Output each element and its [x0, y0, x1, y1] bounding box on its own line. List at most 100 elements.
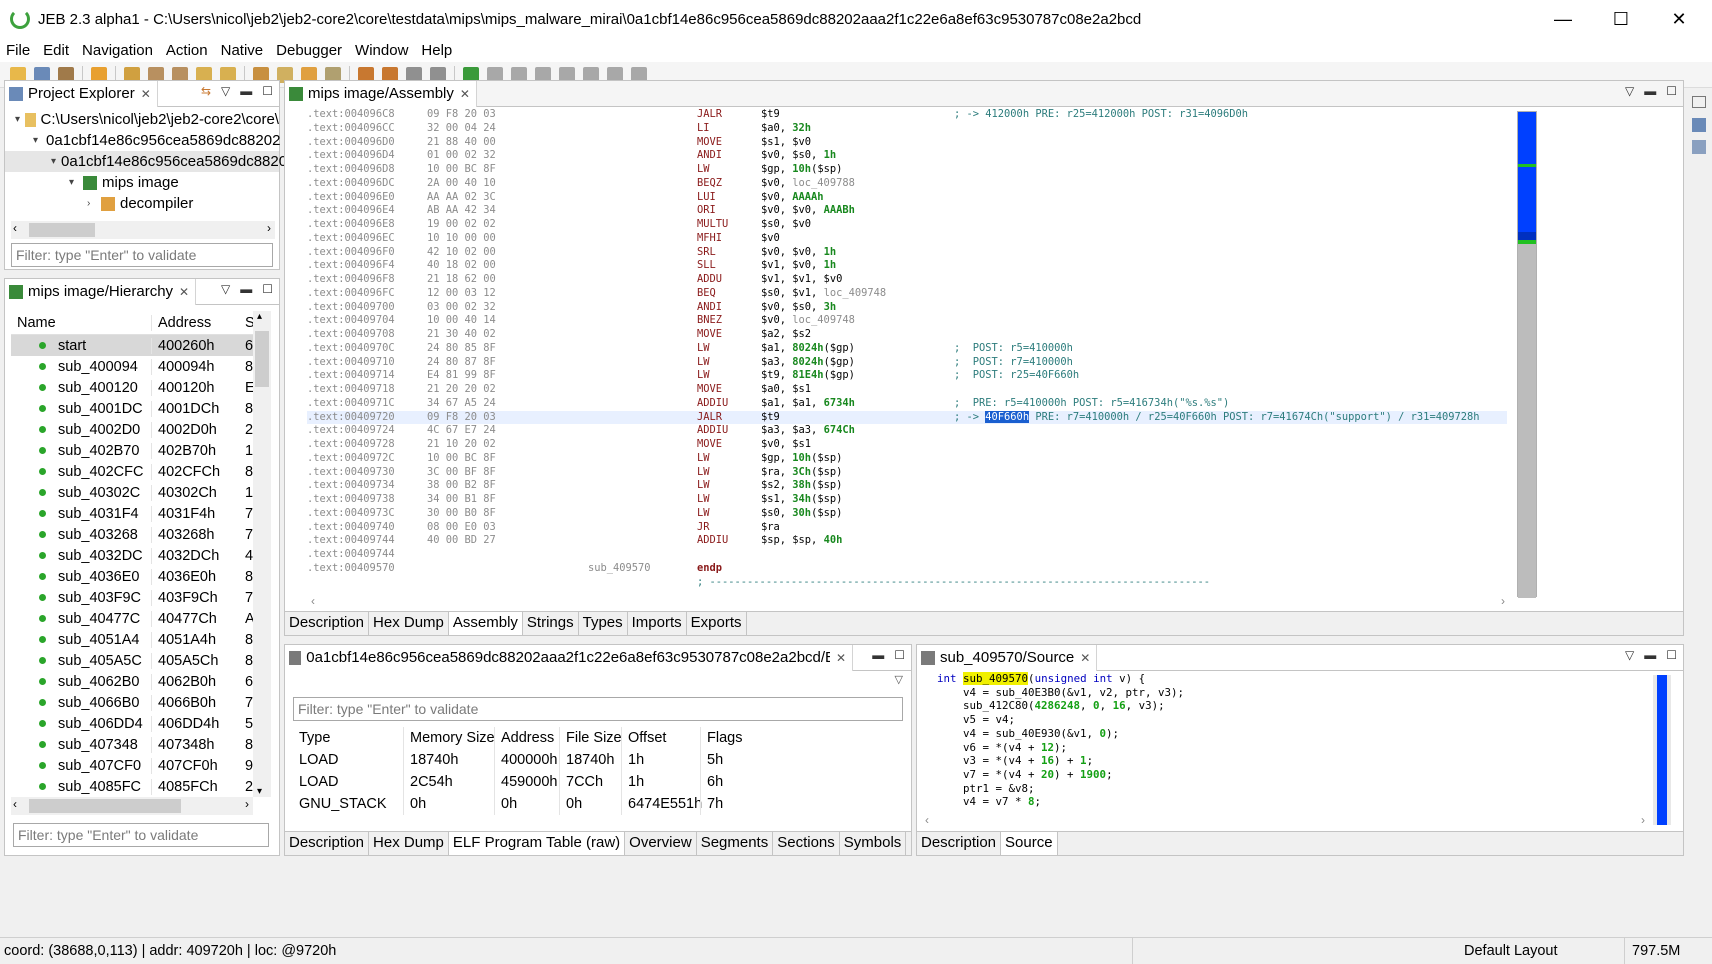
- view-menu-icon[interactable]: ▽: [895, 673, 903, 686]
- scroll-down-icon[interactable]: ▾: [257, 786, 262, 797]
- status-memory[interactable]: 797.5M: [1632, 943, 1680, 959]
- minimize-panel-icon[interactable]: ▬: [872, 648, 884, 662]
- hierarchy-row[interactable]: sub_405A5C 405A5Ch 8: [11, 650, 265, 671]
- hierarchy-tab[interactable]: mips image/Hierarchy ✕: [5, 278, 197, 305]
- asm-loc-ref[interactable]: loc_409748: [792, 314, 855, 326]
- scroll-left-icon[interactable]: ‹: [13, 797, 17, 811]
- minimize-button[interactable]: —: [1534, 0, 1592, 38]
- assembly-line[interactable]: .text:00409714 E4 81 99 8F LW $t9, 81E4h($g…: [307, 369, 1507, 383]
- assembly-line[interactable]: .text:004096CC 32 00 04 24 LI $a0, 32h: [307, 122, 1507, 136]
- scroll-up-icon[interactable]: ▴: [257, 311, 262, 322]
- scroll-left-icon[interactable]: ‹: [13, 221, 17, 235]
- maximize-panel-icon[interactable]: ☐: [262, 282, 273, 296]
- vscroll-thumb[interactable]: [255, 331, 269, 387]
- minimize-panel-icon[interactable]: ▬: [1644, 84, 1656, 98]
- tab-overview[interactable]: Overview: [625, 832, 697, 855]
- hierarchy-row[interactable]: sub_403F9C 403F9Ch 7: [11, 587, 265, 608]
- tab-segments[interactable]: Segments: [696, 832, 774, 855]
- minimize-panel-icon[interactable]: ▬: [240, 84, 252, 98]
- scroll-left-icon[interactable]: ‹: [311, 594, 315, 608]
- hscroll-thumb[interactable]: [29, 799, 181, 813]
- menu-window[interactable]: Window: [355, 42, 408, 59]
- tab-source[interactable]: Source: [1001, 832, 1058, 855]
- tab-description[interactable]: Description: [285, 832, 370, 855]
- tab-hex-dump[interactable]: Hex Dump: [369, 832, 449, 855]
- elf-filter-input[interactable]: Filter: type "Enter" to validate: [293, 697, 903, 721]
- source-tab[interactable]: sub_409570/Source ✕: [917, 644, 1098, 671]
- assembly-line[interactable]: .text:00409708 21 30 40 02 MOVE $a2, $s2: [307, 328, 1507, 342]
- elf-row[interactable]: LOAD 18740h 400000h 18740h 1h 5h: [293, 749, 903, 771]
- notes-icon[interactable]: [1692, 140, 1706, 154]
- hierarchy-row[interactable]: sub_4032DC 4032DCh 4: [11, 545, 265, 566]
- tab-strings[interactable]: Strings: [522, 612, 579, 635]
- hierarchy-row[interactable]: sub_4085FC 4085FCh 2: [11, 776, 265, 797]
- hierarchy-row[interactable]: sub_40302C 40302Ch 1: [11, 482, 265, 503]
- hierarchy-row[interactable]: sub_402CFC 402CFCh 8: [11, 461, 265, 482]
- tab-exports[interactable]: Exports: [686, 612, 747, 635]
- link-editor-icon[interactable]: ⇆: [201, 84, 211, 98]
- hierarchy-row[interactable]: sub_4062B0 4062B0h 6: [11, 671, 265, 692]
- view-menu-icon[interactable]: ▽: [221, 282, 230, 296]
- tab-imports[interactable]: Imports: [627, 612, 687, 635]
- maximize-panel-icon[interactable]: ☐: [1666, 84, 1677, 98]
- assembly-line[interactable]: .text:00409734 38 00 B2 8F LW $s2, 38h($sp): [307, 479, 1507, 493]
- scroll-right-icon[interactable]: ›: [1641, 813, 1645, 827]
- console-icon[interactable]: [1692, 118, 1706, 132]
- assembly-overview-bar[interactable]: [1517, 111, 1537, 598]
- assembly-line[interactable]: .text:004096EC 10 10 00 00 MFHI $v0: [307, 232, 1507, 246]
- minimize-panel-icon[interactable]: ▬: [1644, 648, 1656, 662]
- column-name[interactable]: Name: [11, 315, 151, 331]
- elf-column-header[interactable]: Address: [494, 727, 559, 749]
- tab-elf-program-table-raw[interactable]: ELF Program Table (raw): [448, 832, 626, 855]
- scroll-right-icon[interactable]: ›: [1501, 594, 1505, 608]
- tab-hex-dump[interactable]: Hex Dump: [369, 612, 449, 635]
- hierarchy-row[interactable]: sub_4001DC 4001DCh 8: [11, 398, 265, 419]
- hierarchy-row[interactable]: sub_40477C 40477Ch A: [11, 608, 265, 629]
- tab-description[interactable]: Description: [285, 612, 370, 635]
- maximize-panel-icon[interactable]: ☐: [894, 648, 905, 662]
- assembly-line[interactable]: .text:00409700 03 00 02 32 ANDI $v0, $s0, 3…: [307, 301, 1507, 315]
- elf-column-header[interactable]: Memory Size: [403, 727, 495, 749]
- assembly-line[interactable]: .text:004096E0 AA AA 02 3C LUI $v0, AAAAh: [307, 191, 1507, 205]
- assembly-line[interactable]: .text:00409724 4C 67 E7 24 ADDIU $a3, $a3, …: [307, 424, 1507, 438]
- assembly-line[interactable]: .text:0040970C 24 80 85 8F LW $a1, 8024h($g…: [307, 342, 1507, 356]
- asm-highlighted-address[interactable]: 40F660h: [985, 410, 1030, 423]
- menu-edit[interactable]: Edit: [43, 42, 69, 59]
- assembly-line[interactable]: .text:00409740 08 00 E0 03 JR $ra: [307, 521, 1507, 535]
- tab-assembly[interactable]: Assembly: [448, 612, 523, 635]
- assembly-line[interactable]: .text:004096D4 01 00 02 32 ANDI $v0, $s0, 1…: [307, 149, 1507, 163]
- tree-node-folder[interactable]: ▾ C:\Users\nicol\jeb2\jeb2-core2\core\: [5, 109, 279, 130]
- maximize-panel-icon[interactable]: ☐: [262, 84, 273, 98]
- view-menu-icon[interactable]: ▽: [1625, 84, 1634, 98]
- menu-native[interactable]: Native: [221, 42, 264, 59]
- assembly-code-view[interactable]: .text:004096C8 09 F8 20 03 JALR $t9 ; -> 412…: [307, 108, 1507, 588]
- close-button[interactable]: ✕: [1650, 0, 1708, 38]
- hierarchy-row[interactable]: start 400260h 6: [11, 335, 265, 356]
- scroll-right-icon[interactable]: ›: [267, 221, 271, 235]
- elf-column-header[interactable]: Flags: [700, 727, 760, 749]
- assembly-line[interactable]: .text:004096F4 40 18 02 00 SLL $v1, $v0, 1h: [307, 259, 1507, 273]
- assembly-line[interactable]: .text:004096F0 42 10 02 00 SRL $v0, $v0, 1h: [307, 246, 1507, 260]
- hierarchy-hscrollbar[interactable]: ‹ ›: [11, 797, 253, 815]
- hierarchy-filter-input[interactable]: Filter: type "Enter" to validate: [13, 823, 269, 847]
- assembly-line[interactable]: ; --------------------------------------…: [307, 576, 1507, 590]
- elf-program-table-tab[interactable]: 0a1cbf14e86c956cea5869dc88202aaa2f1c22e6…: [285, 644, 853, 671]
- menu-file[interactable]: File: [6, 42, 30, 59]
- view-menu-icon[interactable]: ▽: [221, 84, 230, 98]
- assembly-line[interactable]: .text:0040973C 30 00 B0 8F LW $s0, 30h($sp): [307, 507, 1507, 521]
- hierarchy-row[interactable]: sub_407348 407348h 8: [11, 734, 265, 755]
- menu-navigation[interactable]: Navigation: [82, 42, 153, 59]
- tab-sections[interactable]: Sections: [773, 832, 840, 855]
- assembly-line[interactable]: .text:004096D0 21 88 40 00 MOVE $s1, $v0: [307, 136, 1507, 150]
- tab-symbols[interactable]: Symbols: [839, 832, 907, 855]
- view-menu-icon[interactable]: ▽: [1625, 648, 1634, 662]
- hierarchy-row[interactable]: sub_400120 400120h E: [11, 377, 265, 398]
- assembly-line[interactable]: .text:004096E8 19 00 02 02 MULTU $s0, $v0: [307, 218, 1507, 232]
- hierarchy-row[interactable]: sub_402B70 402B70h 1: [11, 440, 265, 461]
- elf-column-header[interactable]: Type: [293, 727, 403, 749]
- assembly-line[interactable]: .text:004096E4 AB AA 42 34 ORI $v0, $v0, AA…: [307, 204, 1507, 218]
- close-tab-icon[interactable]: ✕: [460, 87, 470, 101]
- assembly-line[interactable]: .text:00409718 21 20 20 02 MOVE $a0, $s1: [307, 383, 1507, 397]
- close-tab-icon[interactable]: ✕: [141, 87, 151, 101]
- scroll-left-icon[interactable]: ‹: [925, 813, 929, 827]
